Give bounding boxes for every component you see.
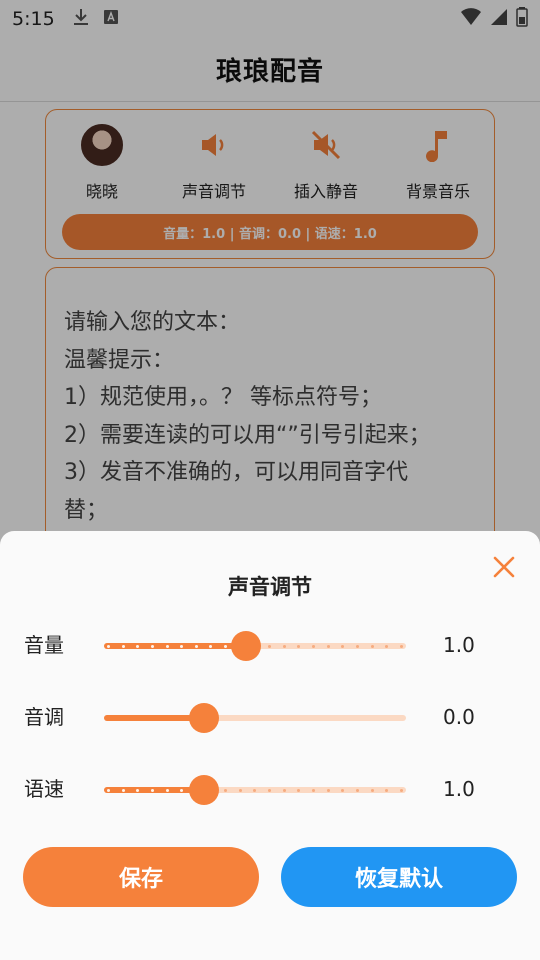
slider-tick [194,644,198,648]
slider-tick [165,644,169,648]
pitch-slider-thumb[interactable] [188,703,219,733]
slider-tick [326,644,330,648]
slider-tick [224,644,228,648]
reset-default-button[interactable]: 恢复默认 [281,847,517,907]
pitch-value: 0.0 [443,705,475,729]
slider-tick [107,644,110,648]
speed-value: 1.0 [443,777,475,801]
slider-tick [355,788,359,792]
slider-tick [253,788,257,792]
pitch-slider-row: 音调 0.0 [0,697,540,737]
slider-tick [282,644,286,648]
slider-tick [326,788,330,792]
slider-tick [107,788,110,792]
slider-tick [341,644,345,648]
slider-tick [165,788,169,792]
volume-slider-row: 音量 1.0 [0,625,540,665]
speed-slider-row: 语速 1.0 [0,769,540,809]
pitch-slider[interactable] [104,703,406,733]
slider-tick [385,788,389,792]
slider-tick [297,644,301,648]
speed-slider[interactable] [104,775,406,805]
slider-tick [121,788,125,792]
slider-tick [282,788,286,792]
slider-tick [150,788,154,792]
volume-slider[interactable] [104,631,406,661]
save-button[interactable]: 保存 [23,847,259,907]
voice-adjust-sheet: 声音调节 音量 1.0 音调 0.0 语速 1.0 保存 恢复默认 [0,531,540,960]
close-icon[interactable] [490,553,518,581]
slider-tick [238,788,242,792]
slider-tick [399,644,403,648]
slider-tick [224,788,228,792]
slider-tick [297,788,301,792]
slider-tick [121,644,125,648]
speed-slider-thumb[interactable] [188,775,219,805]
slider-tick [136,788,140,792]
slider-tick [311,788,315,792]
slider-tick [370,644,374,648]
slider-tick [385,644,389,648]
volume-slider-thumb[interactable] [230,631,261,661]
slider-tick [268,644,272,648]
slider-tick [180,644,184,648]
volume-label: 音量 [24,633,64,657]
slider-tick [268,788,272,792]
slider-tick [355,644,359,648]
slider-tick [136,644,140,648]
slider-tick [311,644,315,648]
slider-tick [150,644,154,648]
pitch-label: 音调 [24,705,64,729]
slider-tick [399,788,403,792]
slider-tick [341,788,345,792]
speed-label: 语速 [24,777,64,801]
sheet-title: 声音调节 [228,575,312,599]
slider-tick [370,788,374,792]
volume-value: 1.0 [443,633,475,657]
slider-tick [180,788,184,792]
slider-tick [209,644,213,648]
